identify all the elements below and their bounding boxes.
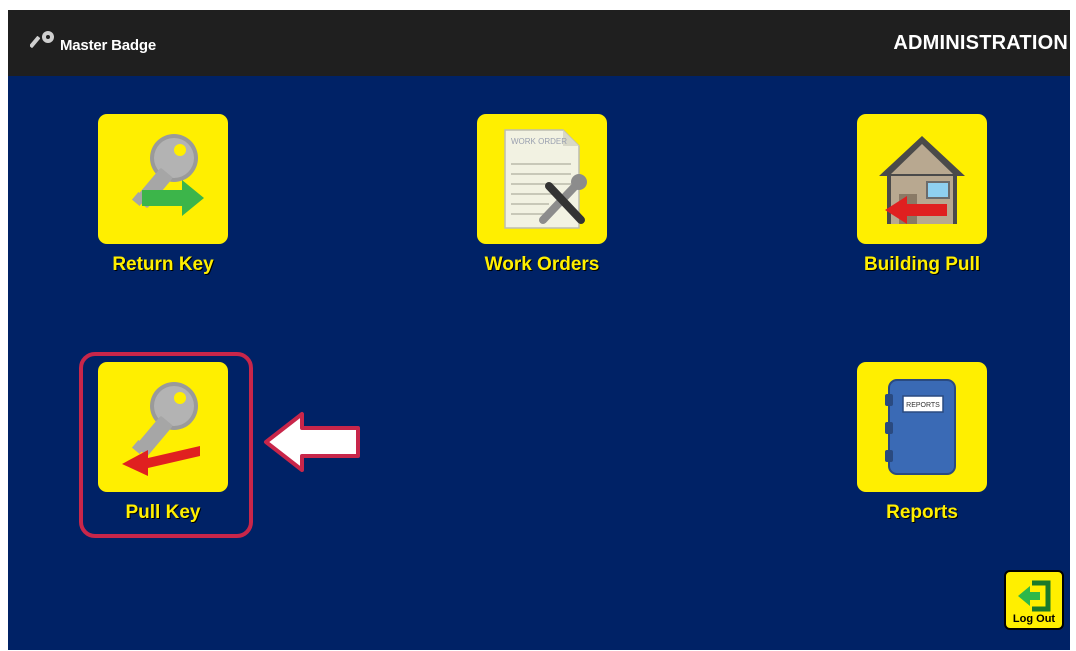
- logout-icon: [1018, 580, 1051, 612]
- reports-button[interactable]: REPORTS Reports: [832, 362, 1012, 524]
- work-orders-label: Work Orders: [484, 254, 600, 275]
- app-screen: Master Badge ADMINISTRATION Return Key W…: [8, 10, 1070, 650]
- brand: Master Badge: [29, 30, 156, 61]
- return-key-button[interactable]: Return Key: [73, 114, 253, 276]
- doc-title-text: WORK ORDER: [511, 137, 567, 146]
- pointer-arrow-icon: [260, 410, 364, 479]
- brand-text: Master Badge: [60, 37, 156, 54]
- building-pull-button[interactable]: Building Pull: [832, 114, 1012, 276]
- return-key-label: Return Key: [112, 254, 214, 275]
- section-title: ADMINISTRATION: [893, 32, 1068, 54]
- work-orders-icon: WORK ORDER: [477, 114, 607, 244]
- logout-button[interactable]: Log Out: [1004, 570, 1064, 630]
- building-pull-icon: [857, 114, 987, 244]
- top-bar: Master Badge ADMINISTRATION: [8, 10, 1070, 76]
- reports-book-label: REPORTS: [906, 402, 940, 409]
- reports-icon: REPORTS: [857, 362, 987, 492]
- reports-label: Reports: [886, 502, 958, 523]
- work-orders-button[interactable]: WORK ORDER Work Orders: [452, 114, 632, 276]
- building-pull-label: Building Pull: [863, 254, 981, 275]
- highlight-frame: [79, 352, 253, 538]
- logout-label: Log Out: [1012, 613, 1056, 625]
- return-key-icon: [98, 114, 228, 244]
- key-icon: [29, 30, 56, 61]
